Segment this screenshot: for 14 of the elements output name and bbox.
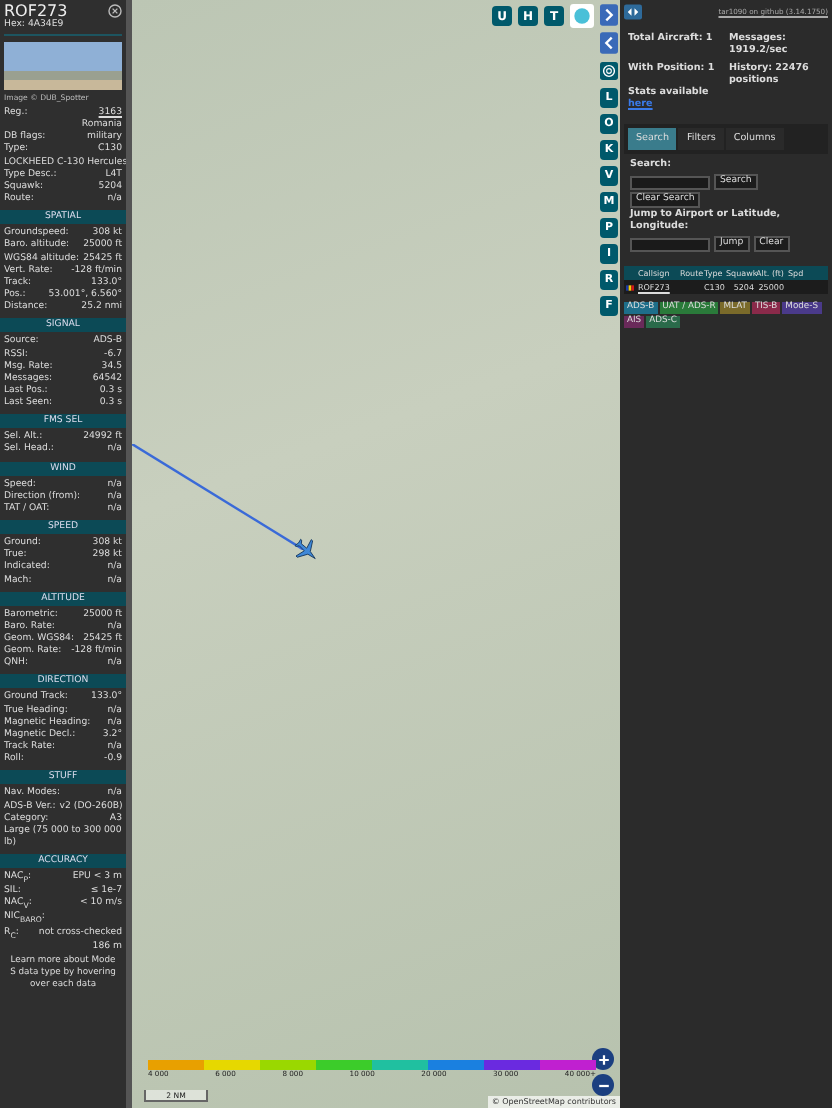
search-field[interactable] — [630, 175, 710, 189]
jump-field[interactable] — [630, 237, 710, 251]
expand-icon[interactable] — [600, 4, 618, 26]
airplane-icon[interactable] — [292, 536, 320, 564]
photo-placeholder — [4, 42, 122, 90]
zoom-in-button[interactable] — [592, 1048, 614, 1070]
target-icon[interactable] — [600, 60, 618, 82]
callsign-title: ROF273 — [4, 2, 68, 20]
flag-icon — [626, 281, 634, 293]
collapse-icon[interactable] — [600, 32, 618, 54]
plus-icon — [595, 1051, 611, 1067]
close-icon[interactable] — [108, 4, 122, 18]
zoom-out-button[interactable] — [592, 1074, 614, 1096]
toggle-sidebar-icon[interactable] — [624, 4, 642, 20]
